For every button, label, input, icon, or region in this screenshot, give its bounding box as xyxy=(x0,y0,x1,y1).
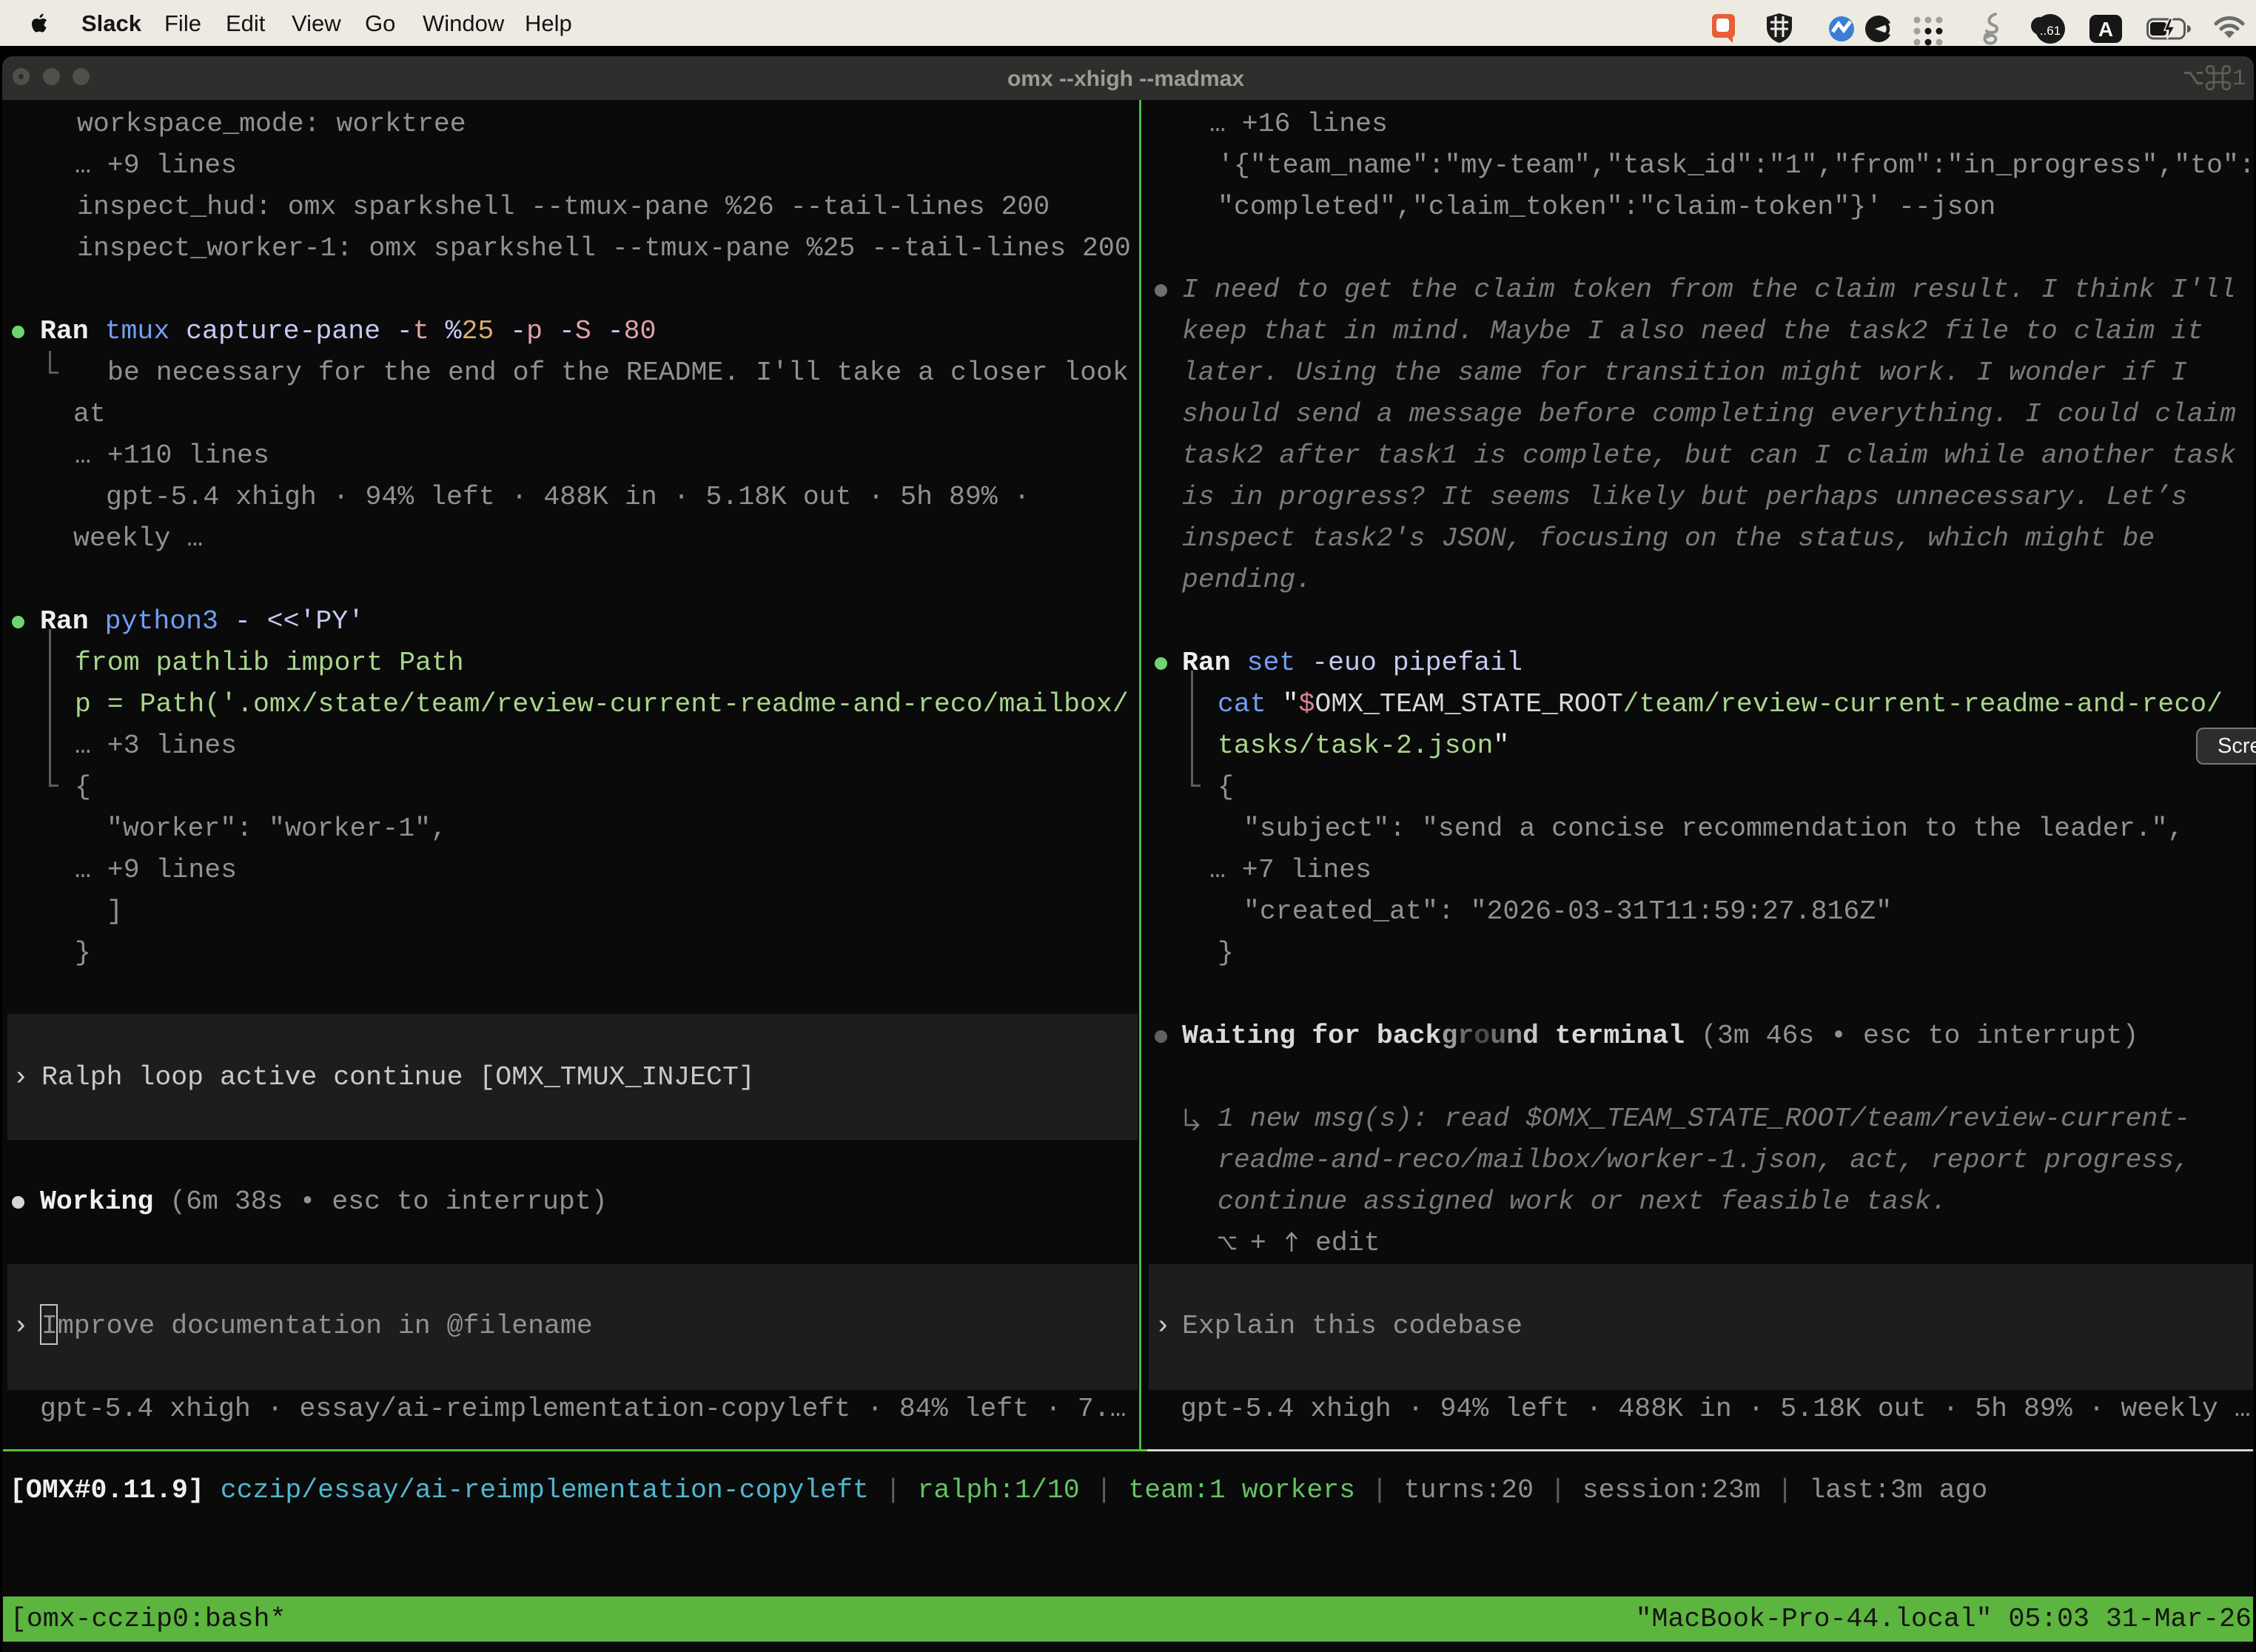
svg-text:..61: ..61 xyxy=(2040,24,2061,38)
svg-text:A: A xyxy=(2098,18,2113,41)
